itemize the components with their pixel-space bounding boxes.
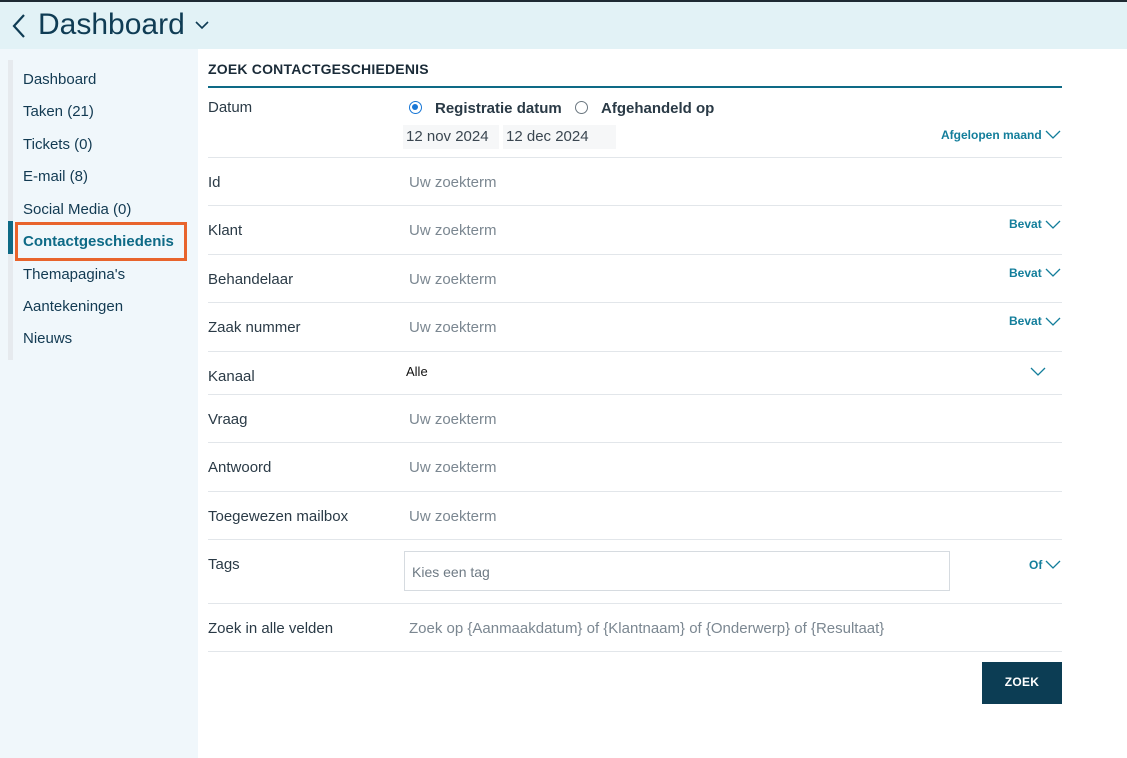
row-divider	[208, 254, 1062, 255]
klant-modifier-select[interactable]: Bevat	[1009, 217, 1042, 231]
radio-afgehandeld-op[interactable]	[575, 101, 588, 114]
page-title: Dashboard	[38, 8, 185, 41]
vraag-input[interactable]: Uw zoekterm	[409, 411, 497, 428]
row-divider	[208, 442, 1062, 443]
back-chevron-icon[interactable]	[10, 12, 28, 40]
tags-label: Tags	[208, 556, 240, 573]
chevron-down-icon[interactable]	[1045, 220, 1061, 230]
sidebar-item-nieuws[interactable]: Nieuws	[23, 330, 72, 347]
radio-registratie-datum-label[interactable]: Registratie datum	[435, 100, 562, 117]
row-divider	[208, 302, 1062, 303]
alle-velden-input[interactable]: Zoek op {Aanmaakdatum} of {Klantnaam} of…	[409, 620, 884, 637]
chevron-down-icon[interactable]	[194, 19, 210, 31]
behandelaar-label: Behandelaar	[208, 271, 294, 288]
sidebar-item-email[interactable]: E-mail (8)	[23, 168, 88, 185]
sidebar	[0, 49, 198, 758]
sidebar-item-aantekeningen[interactable]: Aantekeningen	[23, 298, 123, 315]
sidebar-rail	[8, 60, 13, 360]
sidebar-item-tickets[interactable]: Tickets (0)	[23, 136, 92, 153]
tags-modifier-select[interactable]: Of	[1029, 558, 1042, 572]
zaak-nummer-label: Zaak nummer	[208, 319, 301, 336]
row-divider	[208, 157, 1062, 158]
date-from-input[interactable]: 12 nov 2024	[403, 125, 499, 149]
highlight-annotation	[15, 222, 187, 261]
sidebar-active-indicator	[8, 221, 13, 254]
tags-input[interactable]: Kies een tag	[404, 551, 950, 591]
antwoord-input[interactable]: Uw zoekterm	[409, 459, 497, 476]
behandelaar-modifier-select[interactable]: Bevat	[1009, 266, 1042, 280]
zaak-nummer-modifier-select[interactable]: Bevat	[1009, 314, 1042, 328]
chevron-down-icon[interactable]	[1045, 130, 1061, 140]
sidebar-item-themapaginas[interactable]: Themapagina's	[23, 266, 125, 283]
sidebar-item-taken[interactable]: Taken (21)	[23, 103, 94, 120]
zoek-button[interactable]: ZOEK	[982, 662, 1062, 704]
row-divider	[208, 539, 1062, 540]
sidebar-item-dashboard[interactable]: Dashboard	[23, 71, 96, 88]
antwoord-label: Antwoord	[208, 459, 272, 476]
id-label: Id	[208, 174, 221, 191]
row-divider	[208, 603, 1062, 604]
mailbox-label: Toegewezen mailbox	[208, 508, 349, 525]
zaak-nummer-input[interactable]: Uw zoekterm	[409, 319, 497, 336]
kanaal-label: Kanaal	[208, 368, 255, 385]
date-to-input[interactable]: 12 dec 2024	[503, 125, 616, 149]
top-bar: Dashboard	[0, 0, 1127, 49]
row-divider	[208, 394, 1062, 395]
behandelaar-input[interactable]: Uw zoekterm	[409, 271, 497, 288]
form-title: ZOEK CONTACTGESCHIEDENIS	[208, 61, 429, 77]
row-divider	[208, 491, 1062, 492]
radio-registratie-datum[interactable]	[409, 101, 422, 114]
sidebar-item-social-media[interactable]: Social Media (0)	[23, 201, 131, 218]
row-divider	[208, 651, 1062, 652]
klant-input[interactable]: Uw zoekterm	[409, 222, 497, 239]
chevron-down-icon[interactable]	[1045, 560, 1061, 570]
radio-afgehandeld-op-label[interactable]: Afgehandeld op	[601, 100, 714, 117]
alle-velden-label: Zoek in alle velden	[208, 620, 334, 637]
chevron-down-icon[interactable]	[1045, 268, 1061, 278]
form-title-rule	[208, 86, 1062, 88]
klant-label: Klant	[208, 222, 243, 239]
chevron-down-icon[interactable]	[1045, 317, 1061, 327]
date-range-select[interactable]: Afgelopen maand	[941, 128, 1042, 142]
datum-label: Datum	[208, 99, 253, 116]
tags-placeholder: Kies een tag	[412, 564, 490, 580]
vraag-label: Vraag	[208, 411, 248, 428]
id-input[interactable]: Uw zoekterm	[409, 174, 497, 191]
kanaal-select[interactable]: Alle	[406, 364, 428, 379]
mailbox-input[interactable]: Uw zoekterm	[409, 508, 497, 525]
chevron-down-icon[interactable]	[1030, 367, 1046, 377]
row-divider	[208, 351, 1062, 352]
row-divider	[208, 205, 1062, 206]
